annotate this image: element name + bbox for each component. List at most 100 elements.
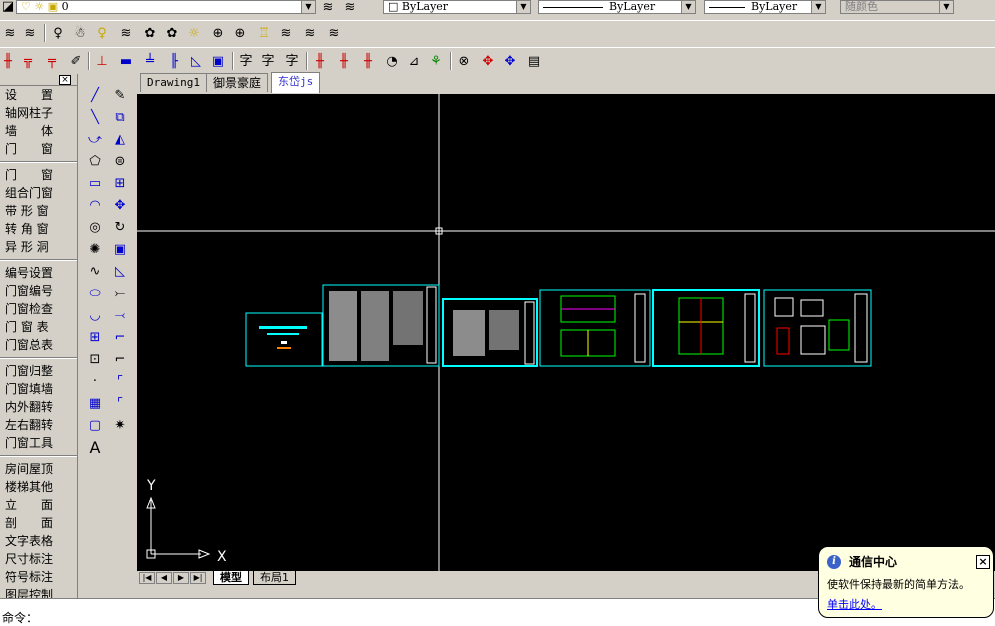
tab-model[interactable]: 模型: [213, 571, 249, 585]
text3-icon[interactable]: 字: [282, 51, 302, 71]
chevron-down-icon[interactable]: ▼: [811, 1, 825, 13]
mtext-icon[interactable]: A: [85, 436, 105, 458]
menu-item[interactable]: 门 窗: [0, 166, 77, 184]
grid2-icon[interactable]: ╫: [334, 51, 354, 71]
align-icon[interactable]: ⊿: [404, 51, 424, 71]
layer-manager-icon[interactable]: ≋: [0, 23, 20, 43]
sheet-cover[interactable]: [245, 312, 323, 367]
fit-icon[interactable]: ⚘: [426, 51, 446, 71]
menu-item[interactable]: 门窗编号: [0, 282, 77, 300]
trim-icon[interactable]: ⤚: [110, 282, 130, 304]
sheet-notes[interactable]: [322, 284, 440, 367]
circle-icon[interactable]: ◎: [85, 216, 105, 238]
text2-icon[interactable]: 字: [258, 51, 278, 71]
stretch-icon[interactable]: ◺: [110, 260, 130, 282]
bulb-icon[interactable]: ♀: [48, 23, 68, 43]
paste-icon[interactable]: ▤: [524, 51, 544, 71]
pline-icon[interactable]: ⤻: [85, 128, 105, 150]
make-block-icon[interactable]: ⊡: [85, 348, 105, 370]
menu-item[interactable]: 门窗填墙: [0, 380, 77, 398]
menu-item[interactable]: 墙 体: [0, 122, 77, 140]
break-icon[interactable]: ⌐: [110, 348, 130, 370]
menu-item[interactable]: 门 窗: [0, 140, 77, 158]
text-icon[interactable]: 字: [236, 51, 256, 71]
section-icon[interactable]: ⊥: [92, 51, 112, 71]
pan-icon[interactable]: ✥: [478, 51, 498, 71]
menu-item[interactable]: 异 形 洞: [0, 238, 77, 256]
explode-icon[interactable]: ✷: [110, 414, 130, 436]
layer-previous-icon[interactable]: ≋: [340, 0, 360, 17]
fill-icon[interactable]: ▣: [208, 51, 228, 71]
next-tab-button[interactable]: ▶: [173, 572, 189, 584]
linetype-combo[interactable]: ByLayer ▼: [538, 0, 696, 14]
xline-icon[interactable]: ╲: [85, 106, 105, 128]
dim-icon[interactable]: ╧: [140, 51, 160, 71]
lineweight-combo[interactable]: ByLayer ▼: [704, 0, 826, 14]
sheet-floorplan-2[interactable]: [652, 289, 760, 367]
move-icon[interactable]: ✥: [500, 51, 520, 71]
menu-item[interactable]: 门窗检查: [0, 300, 77, 318]
menu-item[interactable]: 转 角 窗: [0, 220, 77, 238]
menu-item[interactable]: 尺寸标注: [0, 550, 77, 568]
menu-item[interactable]: 房间屋顶: [0, 460, 77, 478]
layer-isolate-icon[interactable]: ≋: [116, 23, 136, 43]
arc-icon[interactable]: ◠: [85, 194, 105, 216]
ellipse-icon[interactable]: ⬭: [85, 282, 105, 304]
grid3-icon[interactable]: ╫: [358, 51, 378, 71]
chevron-down-icon[interactable]: ▼: [516, 1, 530, 13]
layer-walk-icon[interactable]: ≋: [276, 23, 296, 43]
close-icon[interactable]: ×: [976, 555, 990, 569]
unlock-icon[interactable]: ⊕: [230, 23, 250, 43]
copy-icon[interactable]: ⧉: [110, 106, 130, 128]
erase-icon[interactable]: ✎: [110, 84, 130, 106]
point-icon[interactable]: ·: [85, 370, 105, 392]
plotstyle-combo[interactable]: 随颜色 ▼: [840, 0, 954, 14]
sheet-floorplan-1[interactable]: [539, 289, 651, 367]
menu-item[interactable]: 文字表格: [0, 532, 77, 550]
tab-layout1[interactable]: 布局1: [253, 571, 296, 585]
move-icon[interactable]: ✥: [110, 194, 130, 216]
menu-item[interactable]: 组合门窗: [0, 184, 77, 202]
color-combo[interactable]: □ ByLayer ▼: [383, 0, 531, 14]
layer-combo[interactable]: ♡ ☼ ▣ 0 ▼: [16, 0, 316, 14]
menu-item[interactable]: 内外翻转: [0, 398, 77, 416]
chevron-down-icon[interactable]: ▼: [681, 1, 695, 13]
rotate-icon[interactable]: ↻: [110, 216, 130, 238]
make-current-layer-icon[interactable]: ≋: [318, 0, 338, 17]
match-layer-icon[interactable]: ≋: [324, 23, 344, 43]
mirror-icon[interactable]: ◭: [110, 128, 130, 150]
lock2-icon[interactable]: ♖: [254, 23, 274, 43]
menu-item[interactable]: 设 置: [0, 86, 77, 104]
menu-item[interactable]: 轴网柱子: [0, 104, 77, 122]
break-point-icon[interactable]: ⌐: [110, 326, 130, 348]
menu-item[interactable]: 左右翻转: [0, 416, 77, 434]
region-icon[interactable]: ▢: [85, 414, 105, 436]
chamfer-icon[interactable]: ⌜: [110, 370, 130, 392]
spline-icon[interactable]: ∿: [85, 260, 105, 282]
menu-item[interactable]: 楼梯其他: [0, 478, 77, 496]
balloon-link[interactable]: 单击此处。: [827, 596, 985, 612]
rotate-icon[interactable]: ◔: [382, 51, 402, 71]
menu-item[interactable]: 立 面: [0, 496, 77, 514]
close-icon[interactable]: ×: [59, 75, 71, 85]
hatch-icon[interactable]: ▦: [85, 392, 105, 414]
layer-state-icon[interactable]: ≋: [20, 23, 40, 43]
menu-item[interactable]: 带 形 窗: [0, 202, 77, 220]
menu-item[interactable]: 门 窗 表: [0, 318, 77, 336]
freeze-icon[interactable]: ☃: [70, 23, 90, 43]
rectangle-icon[interactable]: ▭: [85, 172, 105, 194]
chevron-down-icon[interactable]: ▼: [939, 1, 953, 13]
wall-icon[interactable]: ╤: [42, 51, 62, 71]
drawing-canvas[interactable]: Y X: [137, 94, 995, 571]
slope-icon[interactable]: ◺: [186, 51, 206, 71]
sheet-table[interactable]: [442, 298, 538, 367]
settings-icon[interactable]: ✿: [140, 23, 160, 43]
line-tool-icon[interactable]: ▬: [116, 51, 136, 71]
menu-item[interactable]: 符号标注: [0, 568, 77, 586]
extend-icon[interactable]: ⤙: [110, 304, 130, 326]
sun-icon[interactable]: ☼: [184, 23, 204, 43]
first-tab-button[interactable]: |◀: [139, 572, 155, 584]
menu-item[interactable]: 编号设置: [0, 264, 77, 282]
line-icon[interactable]: ╱: [85, 84, 105, 106]
polygon-icon[interactable]: ⬠: [85, 150, 105, 172]
